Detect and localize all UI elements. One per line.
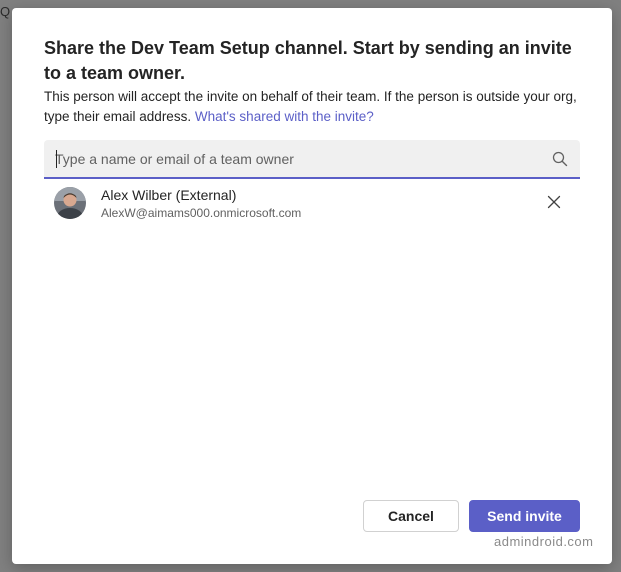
send-invite-button[interactable]: Send invite — [469, 500, 580, 532]
dialog-description: This person will accept the invite on be… — [44, 87, 584, 127]
cancel-button[interactable]: Cancel — [363, 500, 459, 532]
close-icon[interactable] — [546, 194, 562, 210]
share-channel-dialog: Share the Dev Team Setup channel. Start … — [12, 8, 612, 564]
search-icon[interactable] — [552, 151, 568, 167]
whats-shared-link[interactable]: What's shared with the invite? — [195, 109, 374, 124]
team-owner-search-input[interactable] — [55, 149, 535, 169]
text-caret — [56, 150, 57, 168]
avatar — [54, 187, 86, 219]
watermark: admindroid.com — [494, 534, 594, 549]
selected-person-row: Alex Wilber (External) AlexW@aimams000.o… — [44, 184, 580, 224]
team-owner-search-box[interactable] — [44, 140, 580, 179]
background-search-glyph: Q — [0, 4, 11, 19]
dialog-title: Share the Dev Team Setup channel. Start … — [44, 38, 572, 83]
person-email: AlexW@aimams000.onmicrosoft.com — [101, 206, 302, 220]
person-name: Alex Wilber (External) — [101, 187, 237, 203]
